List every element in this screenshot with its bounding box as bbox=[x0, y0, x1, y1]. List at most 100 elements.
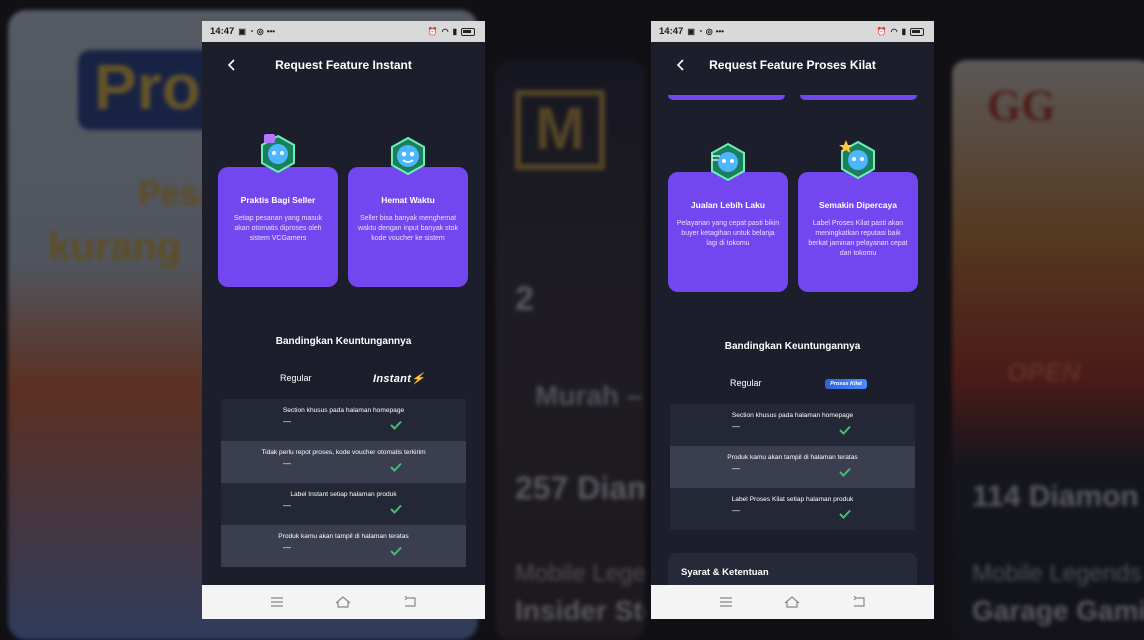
table-row: Label Instant setiap halaman produk — bbox=[221, 483, 466, 525]
chevron-left-icon bbox=[227, 59, 235, 71]
benefit-card-desc: Label Proses Kilat pasti akan meningkatk… bbox=[808, 220, 908, 258]
row-label: Tidak perlu repot proses, kode voucher o… bbox=[261, 449, 426, 456]
benefit-card: Semakin Dipercaya Label Proses Kilat pas… bbox=[798, 172, 918, 292]
compare-title: Bandingkan Keuntungannya bbox=[275, 336, 412, 347]
benefit-card-title: Praktis Bagi Seller bbox=[240, 195, 316, 205]
row-label: Section khusus pada halaman homepage bbox=[731, 412, 854, 419]
back-button[interactable] bbox=[671, 55, 691, 75]
scroll-content[interactable]: Jualan Lebih Laku Pelayanan yang cepat p… bbox=[651, 88, 934, 585]
check-icon bbox=[390, 546, 402, 556]
terms-section[interactable]: Syarat & Ketentuan bbox=[668, 553, 917, 585]
back-arrow-icon bbox=[404, 596, 416, 607]
table-row: Label Proses Kilat setiap halaman produk… bbox=[670, 488, 915, 530]
wifi-icon: ◠ bbox=[441, 27, 449, 36]
table-row: Tidak perlu repot proses, kode voucher o… bbox=[221, 441, 466, 483]
status-bar: 14:47 ▣ ◔ ◎ ••• ⏰ ◠ ▮ bbox=[202, 21, 485, 42]
system-nav-bar bbox=[651, 585, 934, 619]
app-bar: Request Feature Instant bbox=[202, 42, 485, 88]
robot-mascot-star-icon bbox=[838, 138, 878, 182]
phone-screen-proses-kilat: 14:47 ▣ ◔ ◎ ••• ⏰ ◠ ▮ Request Feature Pr… bbox=[651, 21, 934, 619]
more-icon: ••• bbox=[266, 27, 276, 36]
battery-icon bbox=[461, 27, 475, 36]
whatsapp-icon: ◎ bbox=[705, 27, 713, 36]
benefit-card-title: Jualan Lebih Laku bbox=[690, 200, 766, 210]
bolt-icon: ⚡ bbox=[411, 373, 426, 385]
menu-icon bbox=[271, 597, 284, 607]
check-icon bbox=[390, 462, 402, 472]
alarm-icon: ⏰ bbox=[427, 27, 438, 36]
page-title: Request Feature Proses Kilat bbox=[709, 58, 876, 72]
status-time: 14:47 bbox=[210, 26, 235, 37]
regular-value: — bbox=[732, 464, 740, 473]
benefit-card-desc: Seller bisa banyak menghemat waktu denga… bbox=[357, 215, 458, 243]
scroll-content[interactable]: Praktis Bagi Seller Setiap pesanan yang … bbox=[202, 88, 485, 585]
status-time: 14:47 bbox=[659, 26, 684, 37]
alarm-icon: ⏰ bbox=[876, 27, 887, 36]
regular-value: — bbox=[732, 422, 740, 431]
nav-back-button[interactable] bbox=[399, 595, 421, 609]
system-nav-bar bbox=[202, 585, 485, 619]
check-icon bbox=[839, 509, 851, 519]
menu-icon bbox=[720, 597, 733, 607]
nav-home-button[interactable] bbox=[781, 595, 803, 609]
notification-icons: ▣ ◔ ◎ ••• bbox=[687, 27, 724, 36]
nav-menu-button[interactable] bbox=[266, 595, 288, 609]
battery-icon bbox=[910, 27, 924, 36]
chevron-left-icon bbox=[676, 59, 684, 71]
signal-icon: ▮ bbox=[901, 27, 906, 36]
proses-kilat-logo: Proses Kilat bbox=[825, 379, 867, 389]
page-title: Request Feature Instant bbox=[275, 58, 412, 72]
signal-icon: ▮ bbox=[452, 27, 457, 36]
robot-mascot-cart-icon bbox=[258, 132, 298, 176]
home-icon bbox=[785, 596, 800, 608]
benefit-card-title: Hemat Waktu bbox=[381, 195, 435, 205]
card-bottom-edge bbox=[668, 95, 785, 100]
benefit-card: Jualan Lebih Laku Pelayanan yang cepat p… bbox=[668, 172, 788, 292]
row-label: Produk kamu akan tampil di halaman terat… bbox=[727, 454, 858, 461]
table-row: Produk kamu akan tampil di halaman terat… bbox=[670, 446, 915, 488]
nav-home-button[interactable] bbox=[332, 595, 354, 609]
compare-title: Bandingkan Keuntungannya bbox=[724, 341, 861, 352]
benefit-card-desc: Pelayanan yang cepat pasti bikin buyer k… bbox=[676, 220, 780, 248]
instant-logo-text: Instant bbox=[373, 373, 412, 385]
terms-label: Syarat & Ketentuan bbox=[681, 567, 769, 578]
image-icon: ▣ bbox=[238, 27, 246, 36]
more-icon: ••• bbox=[715, 27, 725, 36]
benefit-card: Praktis Bagi Seller Setiap pesanan yang … bbox=[218, 167, 338, 287]
whatsapp-icon: ◎ bbox=[256, 27, 264, 36]
robot-mascot-speed-icon bbox=[708, 140, 748, 184]
messenger-icon: ◔ bbox=[697, 27, 703, 36]
check-icon bbox=[390, 504, 402, 514]
table-row: Section khusus pada halaman homepage — bbox=[221, 399, 466, 441]
nav-back-button[interactable] bbox=[848, 595, 870, 609]
status-bar: 14:47 ▣ ◔ ◎ ••• ⏰ ◠ ▮ bbox=[651, 21, 934, 42]
row-label: Label Proses Kilat setiap halaman produk bbox=[731, 496, 854, 503]
messenger-icon: ◔ bbox=[248, 27, 254, 36]
check-icon bbox=[390, 420, 402, 430]
regular-value: — bbox=[732, 506, 740, 515]
table-row: Produk kamu akan tampil di halaman terat… bbox=[221, 525, 466, 567]
row-label: Produk kamu akan tampil di halaman terat… bbox=[278, 533, 409, 540]
table-row: Section khusus pada halaman homepage — bbox=[670, 404, 915, 446]
column-regular: Regular bbox=[280, 373, 312, 383]
back-button[interactable] bbox=[222, 55, 242, 75]
home-icon bbox=[336, 596, 351, 608]
image-icon: ▣ bbox=[687, 27, 695, 36]
robot-mascot-clock-icon bbox=[388, 134, 428, 178]
column-regular: Regular bbox=[730, 378, 762, 388]
background-overlay bbox=[0, 0, 1144, 640]
regular-value: — bbox=[283, 543, 291, 552]
instant-logo: Instant⚡ bbox=[373, 372, 425, 385]
compare-table: Section khusus pada halaman homepage — P… bbox=[670, 404, 915, 530]
benefit-card-title: Semakin Dipercaya bbox=[819, 200, 897, 210]
notification-icons: ▣ ◔ ◎ ••• bbox=[238, 27, 275, 36]
nav-menu-button[interactable] bbox=[715, 595, 737, 609]
compare-table: Section khusus pada halaman homepage — T… bbox=[221, 399, 466, 567]
check-icon bbox=[839, 425, 851, 435]
regular-value: — bbox=[283, 501, 291, 510]
row-label: Label Instant setiap halaman produk bbox=[290, 491, 397, 498]
phone-screen-instant: 14:47 ▣ ◔ ◎ ••• ⏰ ◠ ▮ Request Feature In… bbox=[202, 21, 485, 619]
row-label: Section khusus pada halaman homepage bbox=[282, 407, 405, 414]
wifi-icon: ◠ bbox=[890, 27, 898, 36]
app-bar: Request Feature Proses Kilat bbox=[651, 42, 934, 88]
